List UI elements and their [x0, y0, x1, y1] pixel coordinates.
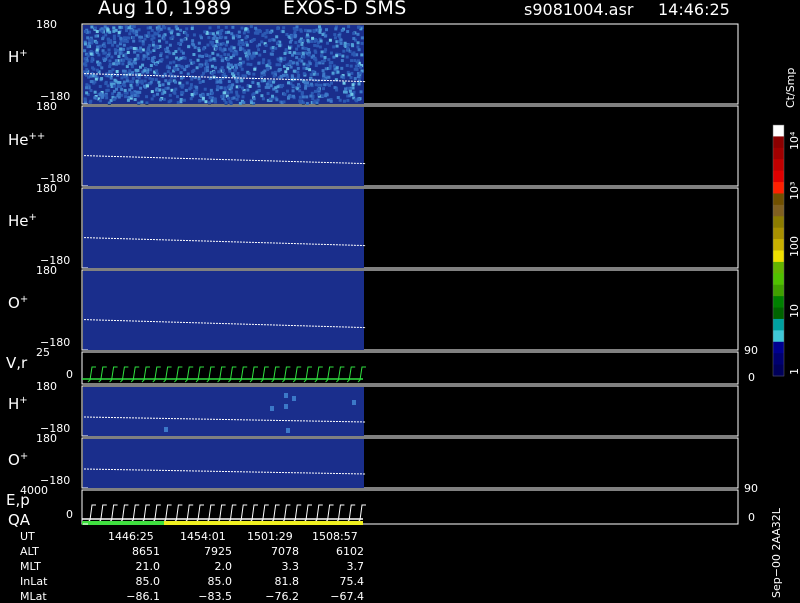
- colorbar-tick-label: 1: [788, 368, 800, 375]
- colorbar-tick-label: 10: [788, 304, 800, 318]
- footer-cell: −76.2: [265, 590, 299, 603]
- colorbar-tick-label: 10⁴: [788, 131, 800, 150]
- panel-bg-o2: [83, 439, 364, 488]
- colorbar-tick-label: 10³: [788, 181, 800, 200]
- footer-row-label: InLat: [20, 575, 48, 588]
- footer-cell: 3.7: [346, 560, 365, 573]
- colorbar-tick-label: 100: [788, 236, 800, 257]
- footer-cell: 2.0: [214, 560, 233, 573]
- footer-cell: 85.0: [207, 575, 233, 588]
- colorbar-swatch: [773, 182, 784, 194]
- footer-cell: 8651: [132, 545, 160, 558]
- colorbar-swatch: [773, 204, 784, 217]
- colorbar-swatch: [773, 307, 784, 320]
- colorbar-title: Ct/Smp: [784, 67, 797, 108]
- footer-cell: 75.4: [339, 575, 365, 588]
- colorbar-swatch: [773, 216, 784, 229]
- colorbar-swatch: [773, 136, 784, 149]
- footer-cell: 1501:29: [247, 530, 293, 543]
- footer-cell: 7925: [204, 545, 232, 558]
- colorbar-swatch: [773, 341, 784, 354]
- footer-cell: 81.8: [274, 575, 300, 588]
- footer-row-label: UT: [20, 530, 35, 543]
- footer-row-label: MLat: [20, 590, 47, 603]
- colorbar-swatch: [773, 147, 784, 160]
- spectrogram-plot: [81, 23, 785, 525]
- colorbar-swatch: [773, 284, 784, 297]
- right-tick-top-ep: 90: [744, 482, 758, 495]
- colorbar-swatch: [773, 159, 784, 172]
- qa-bar-yellow: [164, 521, 363, 525]
- footer-cell: −67.4: [330, 590, 364, 603]
- footer-cell: −86.1: [126, 590, 160, 603]
- y-tick-top-h: 180: [36, 18, 57, 31]
- colorbar-swatch: [773, 330, 784, 343]
- y-tick-bottom-ep: 0: [66, 508, 73, 521]
- colorbar-swatch: [773, 170, 784, 183]
- y-tick-top-h2: 180: [36, 380, 57, 393]
- panel-label-vr: V,r: [6, 354, 28, 372]
- footer-cell: 7078: [271, 545, 299, 558]
- footer-cell: 3.3: [281, 560, 300, 573]
- footer-row-label: MLT: [20, 560, 41, 573]
- panel-label-hepp: He++: [8, 131, 46, 149]
- qa-bar-green: [82, 521, 164, 525]
- colorbar-swatch: [773, 239, 784, 251]
- footer-row-label: ALT: [20, 545, 39, 558]
- panel-label-op: O+: [8, 294, 29, 312]
- colorbar-swatch: [773, 227, 784, 240]
- y-tick-top-vr: 25: [36, 346, 50, 359]
- colorbar-swatch: [773, 250, 784, 263]
- panel-label-hep: He+: [8, 212, 37, 230]
- colorbar-swatch: [773, 353, 784, 366]
- colorbar-swatch: [773, 296, 784, 309]
- footer-cell: 1454:01: [180, 530, 226, 543]
- footer-cell: 6102: [336, 545, 364, 558]
- colorbar-swatch: [773, 318, 784, 331]
- y-tick-top-op: 180: [36, 264, 57, 277]
- footer-cell: −83.5: [198, 590, 232, 603]
- right-tick-bottom-ep: 0: [748, 511, 755, 524]
- y-tick-top-hepp: 180: [36, 100, 57, 113]
- colorbar-swatch: [773, 125, 784, 137]
- footer-cell: 1446:25: [108, 530, 154, 543]
- colorbar-swatch: [773, 364, 784, 377]
- footer-cell: 1508:57: [312, 530, 358, 543]
- y-tick-top-hep: 180: [36, 182, 57, 195]
- panel-label2-ep: QA: [8, 511, 31, 529]
- y-tick-bottom-vr: 0: [66, 368, 73, 381]
- colorbar-swatch: [773, 193, 784, 206]
- panel-label-h2: H+: [8, 395, 28, 413]
- right-tick-top-vr: 90: [744, 344, 758, 357]
- panel-label-h: H+: [8, 48, 28, 66]
- footer-cell: 21.0: [135, 560, 161, 573]
- panel-bg-op: [83, 271, 364, 350]
- panel-bg-hepp: [83, 107, 364, 186]
- footer-cell: 85.0: [135, 575, 161, 588]
- colorbar-swatch: [773, 261, 784, 274]
- footer-side-text: Sep−00 2AA32L: [770, 508, 783, 598]
- y-tick-top-ep: 4000: [20, 484, 48, 497]
- panel-label-o2: O+: [8, 451, 29, 469]
- y-tick-top-o2: 180: [36, 432, 57, 445]
- colorbar-swatch: [773, 273, 784, 286]
- panel-bg-hep: [83, 189, 364, 268]
- right-tick-bottom-vr: 0: [748, 371, 755, 384]
- panel-bg-h2: [83, 387, 364, 436]
